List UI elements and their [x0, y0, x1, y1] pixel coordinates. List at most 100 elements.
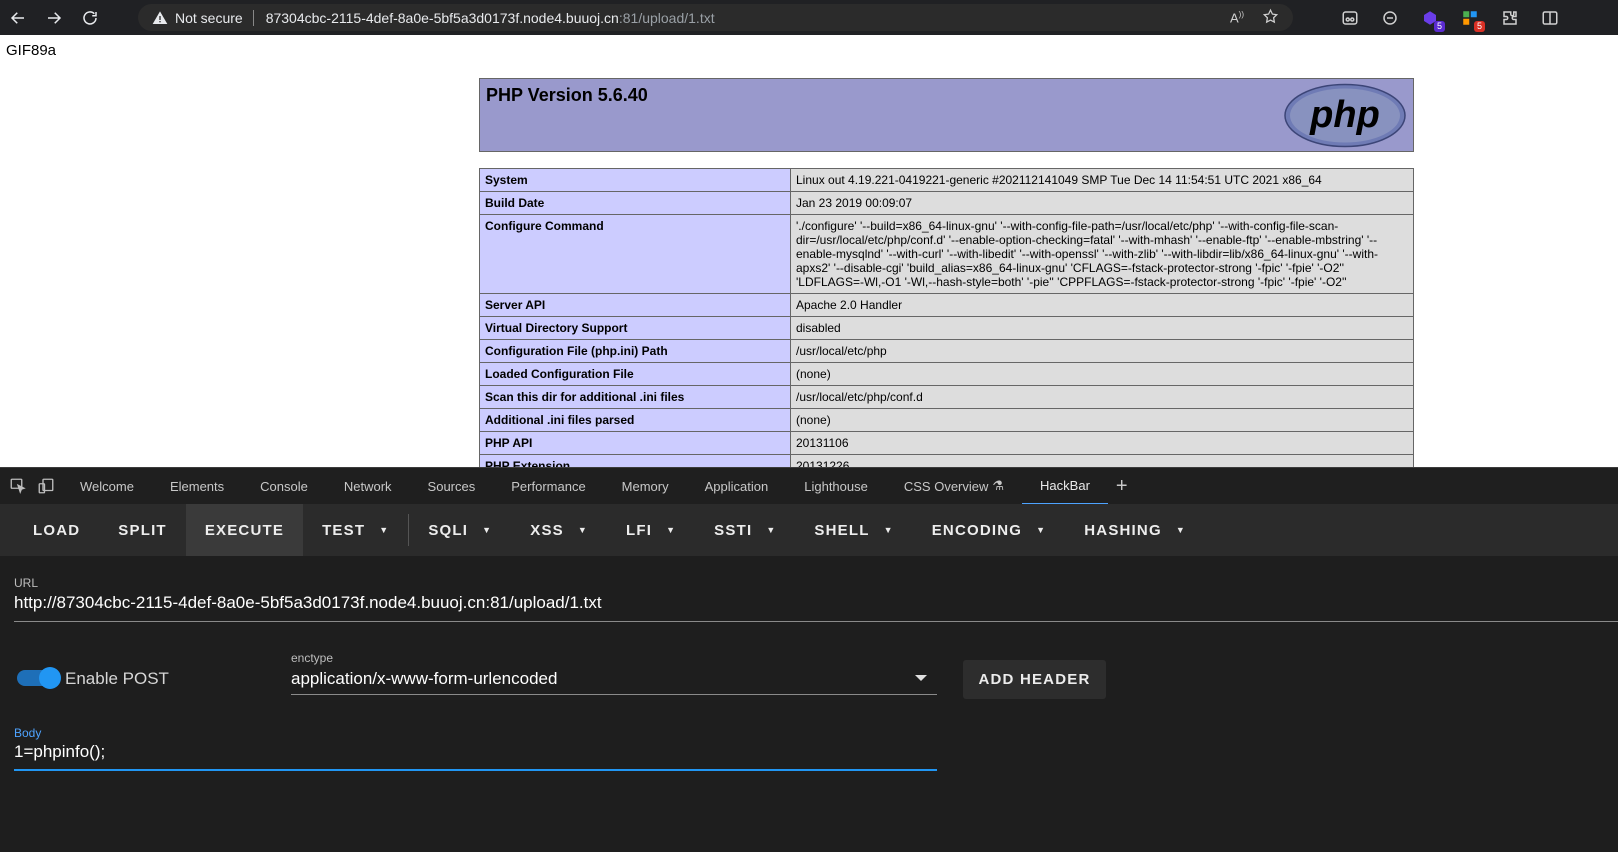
row-value: (none) [790, 362, 1414, 386]
table-row: Scan this dir for additional .ini files /… [479, 385, 1414, 409]
extensions-puzzle-icon[interactable] [1500, 8, 1520, 28]
caret-down-icon: ▼ [666, 525, 677, 535]
tab-label: Network [343, 478, 392, 494]
caret-down-icon: ▼ [1036, 525, 1047, 535]
table-row: System Linux out 4.19.221-0419221-generic… [479, 168, 1414, 192]
table-row: Virtual Directory Support disabled [479, 316, 1414, 340]
row-value: (none) [790, 408, 1414, 432]
xss-menu-button[interactable]: XSS ▼ [511, 504, 607, 556]
row-key: Scan this dir for additional .ini files [479, 385, 791, 409]
lfi-menu-button[interactable]: LFI ▼ [607, 504, 695, 556]
table-row: Build Date Jan 23 2019 00:09:07 [479, 191, 1414, 215]
device-emulation-icon[interactable] [36, 476, 56, 496]
row-value: './configure' '--build=x86_64-linux-gnu'… [790, 214, 1414, 294]
row-key: PHP API [479, 431, 791, 455]
favorite-star-icon[interactable] [1262, 8, 1279, 28]
row-key: PHP Extension [479, 454, 791, 467]
tab-welcome[interactable]: Welcome [62, 468, 152, 505]
table-row: Additional .ini files parsed (none) [479, 408, 1414, 432]
sqli-label: SQLI [428, 521, 469, 539]
back-arrow-icon[interactable] [0, 0, 36, 35]
caret-down-icon: ▼ [883, 525, 894, 535]
tab-label: Memory [621, 478, 669, 494]
add-header-button[interactable]: ADD HEADER [963, 660, 1106, 699]
split-button[interactable]: SPLIT [99, 504, 186, 556]
tab-label: Console [260, 478, 308, 494]
tab-label: Welcome [80, 478, 134, 494]
row-value: Jan 23 2019 00:09:07 [790, 191, 1414, 215]
forward-arrow-icon[interactable] [36, 0, 72, 35]
caret-down-icon: ▼ [482, 525, 493, 535]
shell-menu-button[interactable]: SHELL ▼ [795, 504, 912, 556]
tab-label: HackBar [1040, 477, 1090, 493]
url-path: :81/upload/1.txt [618, 9, 715, 26]
tab-label: Sources [427, 478, 476, 494]
body-field-underline [14, 769, 937, 771]
tab-elements[interactable]: Elements [152, 468, 242, 505]
ext-glasses-icon[interactable] [1340, 8, 1360, 28]
row-key: Loaded Configuration File [479, 362, 791, 386]
execute-label: EXECUTE [204, 521, 285, 539]
devtools-tab-strip: Welcome Elements Console Network Sources Perf… [0, 467, 1618, 505]
tab-application[interactable]: Application [687, 468, 787, 505]
tab-network[interactable]: Network [326, 468, 410, 505]
tab-css-overview[interactable]: CSS Overview ⚗ [886, 468, 1022, 505]
ssti-menu-button[interactable]: SSTI ▼ [695, 504, 795, 556]
sqli-menu-button[interactable]: SQLI ▼ [409, 504, 511, 556]
ext-minus-circle-icon[interactable] [1380, 8, 1400, 28]
row-value: Apache 2.0 Handler [790, 293, 1414, 317]
row-key: Configure Command [479, 214, 791, 294]
hashing-menu-button[interactable]: HASHING ▼ [1065, 504, 1205, 556]
row-key: Build Date [479, 191, 791, 215]
table-row: Server API Apache 2.0 Handler [479, 293, 1414, 317]
hashing-label: HASHING [1084, 521, 1162, 539]
enctype-select[interactable]: application/x-www-form-urlencoded [291, 669, 557, 689]
ext-grid-badge: 5 [1473, 20, 1485, 32]
load-button[interactable]: LOAD [0, 504, 99, 556]
tab-console[interactable]: Console [242, 468, 326, 505]
test-menu-button[interactable]: TEST ▼ [303, 504, 408, 556]
tab-label: Performance [511, 478, 586, 494]
body-field[interactable]: 1=phpinfo(); [14, 742, 105, 762]
php-version-title: PHP Version 5.6.40 [486, 85, 648, 105]
url-host: 87304cbc-2115-4def-8a0e-5bf5a3d0173f.nod… [265, 9, 619, 26]
tab-hackbar[interactable]: HackBar [1022, 468, 1108, 505]
row-key: Virtual Directory Support [479, 316, 791, 340]
enctype-dropdown-icon[interactable] [915, 675, 927, 681]
ext-grid-icon[interactable]: 5 [1460, 8, 1485, 32]
encoding-label: ENCODING [931, 521, 1023, 539]
execute-button[interactable]: EXECUTE [185, 504, 304, 556]
caret-down-icon: ▼ [766, 525, 777, 535]
tab-sources[interactable]: Sources [410, 468, 494, 505]
shell-label: SHELL [814, 521, 870, 539]
add-tab-button[interactable]: + [1108, 475, 1136, 498]
row-value: /usr/local/etc/php/conf.d [790, 385, 1414, 409]
address-separator [252, 9, 254, 26]
gif-header-text: GIF89a [6, 42, 57, 59]
tab-memory[interactable]: Memory [604, 468, 687, 505]
address-bar[interactable]: Not secure 87304cbc-2115-4def-8a0e-5bf5a… [138, 4, 1293, 31]
row-value: 20131106 [790, 431, 1414, 455]
ssti-label: SSTI [714, 521, 753, 539]
enctype-underline [291, 694, 937, 695]
tab-performance[interactable]: Performance [493, 468, 603, 505]
table-row: PHP API 20131106 [479, 431, 1414, 455]
encoding-menu-button[interactable]: ENCODING ▼ [913, 504, 1066, 556]
ext-purple-icon[interactable]: 5 [1420, 8, 1445, 32]
toggle-knob [39, 667, 61, 689]
url-field[interactable]: http://87304cbc-2115-4def-8a0e-5bf5a3d01… [14, 593, 602, 613]
split-label: SPLIT [118, 521, 167, 539]
split-screen-icon[interactable] [1540, 8, 1560, 28]
tab-lighthouse[interactable]: Lighthouse [786, 468, 886, 505]
row-key: System [479, 168, 791, 192]
not-secure-label[interactable]: Not secure [175, 10, 243, 26]
read-aloud-icon[interactable]: A)) [1230, 10, 1244, 25]
row-key: Server API [479, 293, 791, 317]
php-version-header: PHP Version 5.6.40 php [479, 78, 1414, 152]
inspect-element-icon[interactable] [8, 476, 28, 496]
enable-post-toggle[interactable] [17, 667, 61, 689]
row-value: 20131226 [790, 454, 1414, 467]
reload-icon[interactable] [72, 0, 108, 35]
php-logo: php [1284, 83, 1406, 148]
test-label: TEST [322, 521, 366, 539]
